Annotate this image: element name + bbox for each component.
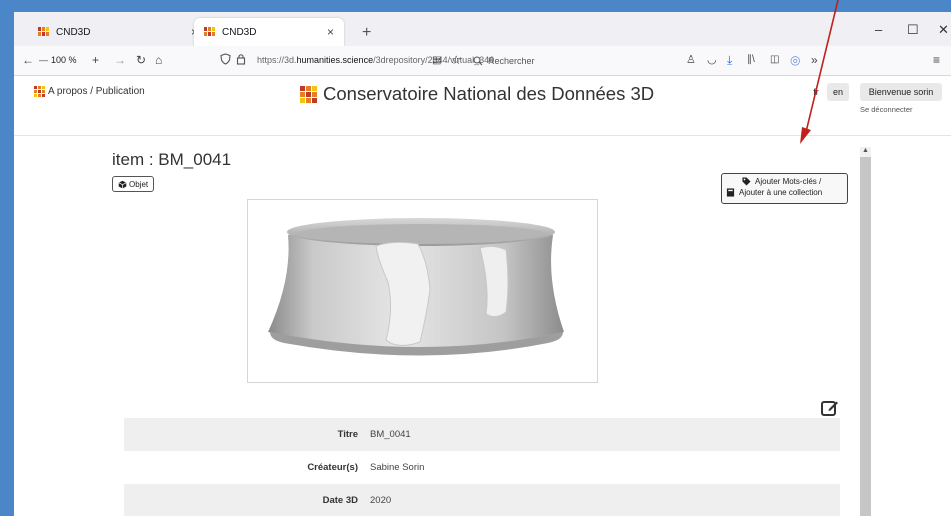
metadata-value: 2020 [370, 495, 392, 506]
chevrons-right-icon[interactable]: » [811, 53, 818, 67]
cnd3d-favicon [38, 27, 50, 37]
book-icon [726, 188, 735, 197]
new-tab-button[interactable]: + [362, 24, 371, 42]
account-icon[interactable]: ♙ [686, 53, 696, 66]
metadata-label: Date 3D [322, 495, 358, 506]
reader-view-icon[interactable]: ▤ [432, 55, 441, 66]
metadata-value: Sabine Sorin [370, 462, 425, 473]
add-keywords-collection-button[interactable]: Ajouter Mots-clés / Ajouter à une collec… [721, 173, 848, 204]
tab-2-active[interactable]: CND3D × [194, 18, 344, 46]
library-icon[interactable]: ∥\ [747, 54, 755, 65]
cnd3d-logo-icon [300, 85, 317, 103]
3d-model-viewer[interactable] [247, 199, 598, 383]
logout-link[interactable]: Se déconnecter [860, 105, 913, 114]
metadata-label: Titre [337, 429, 358, 440]
object-type-button[interactable]: Objet [112, 176, 155, 192]
page-scrollbar[interactable] [860, 147, 871, 516]
site-title[interactable]: Conservatoire National des Données 3D [300, 83, 654, 105]
site-header: A propos / Publication Conservatoire Nat… [14, 76, 951, 136]
metadata-row-title: Titre BM_0041 [124, 418, 840, 451]
reload-icon[interactable]: ↻ [136, 53, 146, 67]
metadata-table: Titre BM_0041 Créateur(s) Sabine Sorin D… [124, 418, 840, 516]
pottery-vessel-model [268, 218, 564, 356]
metadata-row-date: Date 3D 2020 [124, 484, 840, 516]
metadata-row-creator: Créateur(s) Sabine Sorin [124, 451, 840, 484]
tab-1[interactable]: CND3D × [28, 18, 208, 46]
download-icon[interactable]: ⤓ [727, 53, 732, 68]
metadata-value: BM_0041 [370, 429, 411, 440]
tab-title: CND3D [222, 26, 257, 38]
cnd3d-logo-icon [34, 86, 45, 97]
back-arrow-icon[interactable]: ← [22, 53, 34, 67]
minimize-button[interactable]: – [875, 22, 882, 37]
pocket-icon[interactable]: ◡ [707, 53, 717, 66]
zoom-out-button[interactable]: — [39, 55, 48, 65]
sidebar-icon[interactable]: ◫ [770, 54, 779, 65]
hamburger-menu-icon[interactable]: ≡ [933, 53, 940, 67]
tab-title: CND3D [56, 26, 91, 38]
edit-icon[interactable] [821, 399, 839, 417]
cube-icon [118, 180, 127, 188]
lock-icon[interactable] [236, 53, 246, 68]
lang-en-button[interactable]: en [827, 83, 849, 101]
about-publication-link[interactable]: A propos / Publication [34, 86, 145, 97]
scroll-up-arrow-icon[interactable]: ▲ [860, 147, 871, 157]
window-frame-left [0, 0, 14, 516]
cnd3d-favicon [204, 27, 216, 37]
tag-icon [742, 177, 751, 186]
home-icon[interactable]: ⌂ [155, 53, 162, 67]
zoom-level[interactable]: 100 % [51, 55, 77, 65]
lang-fr-button[interactable]: fr [810, 83, 822, 101]
forward-arrow-icon[interactable]: → [114, 53, 126, 67]
metadata-label: Créateur(s) [307, 462, 358, 473]
star-icon[interactable]: ☆ [451, 53, 462, 67]
zoom-in-button[interactable]: + [92, 53, 99, 67]
maximize-button[interactable]: ☐ [907, 22, 919, 38]
navigation-bar: ← — 100 % + → ↻ ⌂ https://3d.humanities.… [14, 46, 951, 76]
search-icon [473, 56, 483, 66]
search-input[interactable]: Rechercher [469, 51, 587, 71]
user-menu-button[interactable]: Bienvenue sorin [860, 83, 942, 101]
tab-close-icon[interactable]: × [327, 25, 334, 39]
close-window-button[interactable]: ✕ [938, 22, 949, 38]
extension-icon[interactable]: ◎ [790, 53, 800, 67]
search-placeholder: Rechercher [488, 56, 535, 66]
shield-icon[interactable] [220, 53, 231, 68]
item-title: item : BM_0041 [112, 150, 232, 169]
window-frame-top [0, 0, 951, 12]
tab-strip: CND3D × CND3D × + – ☐ ✕ [14, 12, 951, 46]
